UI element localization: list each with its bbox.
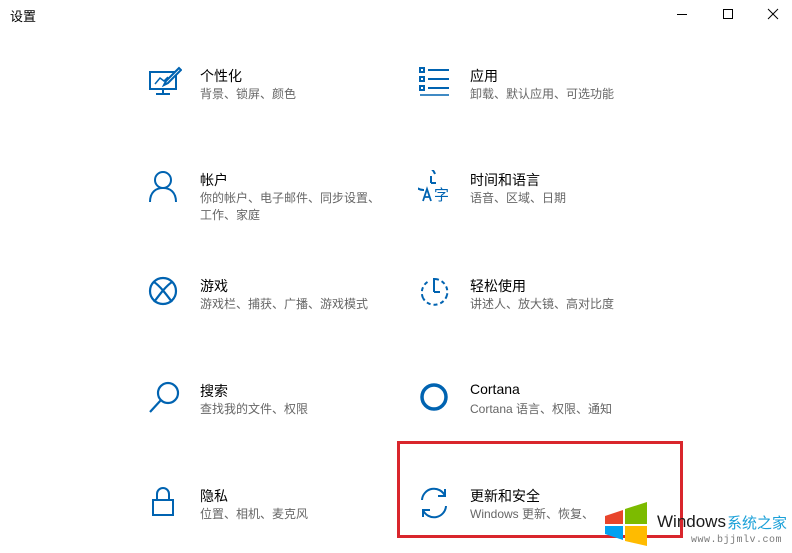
tile-title: 搜索 [200,383,228,399]
maximize-button[interactable] [705,0,751,28]
tile-description: 卸载、默认应用、可选功能 [470,87,615,101]
close-button[interactable] [750,0,792,28]
tile-apps[interactable]: 应用 卸载、默认应用、可选功能 [418,66,658,136]
tile-title: 帐户 [200,172,228,188]
maximize-icon [723,9,733,19]
minimize-button[interactable] [659,0,705,28]
tile-search[interactable]: 搜索 查找我的文件、权限 [148,381,388,451]
tile-personalization[interactable]: 个性化 背景、锁屏、颜色 [148,66,388,136]
tile-title: 时间和语言 [470,172,540,188]
time-language-icon: 字 [418,170,452,204]
apps-icon [418,66,452,100]
tile-description: 讲述人、放大镜、高对比度 [470,297,615,311]
tile-title: 应用 [470,68,498,84]
tile-time-language[interactable]: 字 时间和语言 语音、区域、日期 [418,170,658,240]
search-icon [148,381,182,415]
watermark: Windows 系统之家 www.bjjmlv.com [601,498,791,550]
tile-title: 轻松使用 [470,278,526,294]
tile-description: 背景、锁屏、颜色 [200,87,297,101]
window-title: 设置 [10,9,37,24]
tile-description: 位置、相机、麦克风 [200,507,309,521]
watermark-site: 系统之家 [727,515,788,532]
lock-icon [148,486,182,520]
cortana-icon [418,381,452,415]
windows-logo-icon [605,502,647,546]
settings-window: 设置 个性化 背景、锁屏、颜色 应用 卸载、默认应用、可选功能 帐户 你的帐户、… [0,0,792,553]
watermark-brand: Windows [657,512,726,531]
tile-ease-of-access[interactable]: 轻松使用 讲述人、放大镜、高对比度 [418,276,658,346]
tile-privacy[interactable]: 隐私 位置、相机、麦克风 [148,486,388,553]
ease-of-access-icon [418,276,452,310]
title-bar: 设置 [0,0,792,30]
tile-description: 语音、区域、日期 [470,191,567,205]
xbox-icon [148,276,182,310]
tile-description: 查找我的文件、权限 [200,402,309,416]
tile-gaming[interactable]: 游戏 游戏栏、捕获、广播、游戏模式 [148,276,388,346]
svg-text:字: 字 [434,186,449,204]
tile-title: 游戏 [200,278,228,294]
personalization-icon [148,66,182,100]
account-icon [148,170,182,204]
tile-title: 个性化 [200,68,242,84]
tile-description: 你的帐户、电子邮件、同步设置、工作、家庭 [200,191,381,222]
watermark-url: www.bjjmlv.com [691,535,783,546]
tile-accounts[interactable]: 帐户 你的帐户、电子邮件、同步设置、工作、家庭 [148,170,388,240]
tile-title: Cortana [470,381,520,397]
tile-description: Cortana 语言、权限、通知 [470,402,613,416]
minimize-icon [677,14,687,15]
tile-title: 隐私 [200,488,228,504]
close-icon [767,8,779,20]
tile-description: 游戏栏、捕获、广播、游戏模式 [200,297,369,311]
